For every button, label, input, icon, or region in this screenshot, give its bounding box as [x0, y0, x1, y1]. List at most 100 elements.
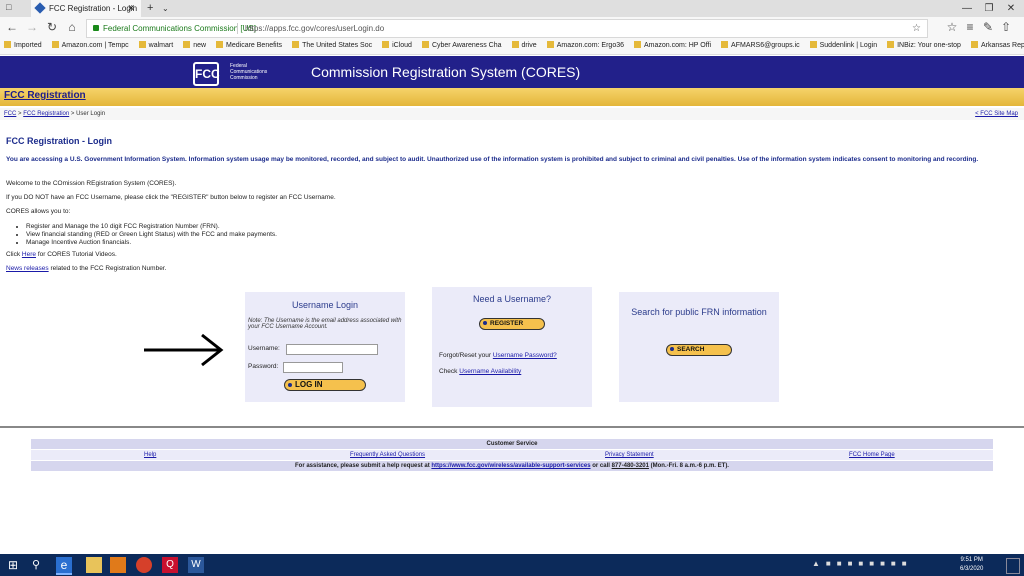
maximize-button[interactable]: ❐: [978, 0, 1000, 17]
tab-list-chevron-icon[interactable]: ⌄: [162, 0, 169, 17]
close-window-button[interactable]: ✕: [1000, 0, 1022, 17]
no-username-text: If you DO NOT have an FCC Username, plea…: [6, 194, 336, 201]
assist-prefix: For assistance, please submit a help req…: [295, 463, 430, 469]
breadcrumb-registration-link[interactable]: FCC Registration: [23, 111, 69, 117]
search-button[interactable]: SEARCH: [666, 344, 732, 356]
bookmark-icon: [546, 41, 554, 48]
bookmark-item[interactable]: Arkansas Repeater Co: [970, 38, 1024, 54]
start-windows-icon[interactable]: ⊞: [8, 557, 24, 573]
username-password-link[interactable]: Username Password?: [493, 352, 557, 359]
taskbar-clock[interactable]: 9:51 PM 6/3/2020: [960, 556, 983, 574]
quicken-icon[interactable]: Q: [162, 557, 178, 573]
word-icon[interactable]: W: [188, 557, 204, 573]
breadcrumb-separator: >: [70, 111, 75, 117]
site-identity: Federal Communications Commission [US]: [103, 24, 256, 33]
bookmark-item[interactable]: Suddenlink | Login: [809, 38, 877, 54]
bookmark-label: drive: [521, 42, 537, 49]
search-icon[interactable]: ⚲: [32, 557, 48, 573]
cores-features-list: Register and Manage the 10 digit FCC Reg…: [26, 223, 277, 247]
register-box: Need a Username? REGISTER Forgot/Reset y…: [432, 287, 592, 407]
breadcrumb-fcc-link[interactable]: FCC: [4, 111, 16, 117]
bookmark-icon: [887, 41, 895, 48]
search-box-title: Search for public FRN information: [631, 307, 767, 317]
bookmark-icon: [51, 41, 59, 48]
share-icon[interactable]: ⇧: [996, 17, 1016, 38]
clock-date: 6/3/2020: [960, 566, 984, 572]
phone-number: 877-480-3201: [611, 463, 649, 469]
button-bullet-icon: [288, 383, 292, 387]
pen-icon[interactable]: ✎: [978, 17, 998, 38]
minimize-button[interactable]: —: [956, 0, 978, 17]
chrome-icon[interactable]: [136, 557, 152, 573]
news-releases-link[interactable]: News releases: [6, 265, 49, 272]
file-explorer-icon[interactable]: [86, 557, 102, 573]
list-item: Register and Manage the 10 digit FCC Reg…: [26, 223, 277, 231]
bookmark-item[interactable]: walmart: [138, 38, 173, 54]
system-tray-icons[interactable]: ▲■■■■■■■■: [812, 559, 952, 571]
footer-help-link[interactable]: Help: [144, 450, 156, 460]
bookmark-item[interactable]: AFMARS6@groups.ic: [721, 38, 800, 54]
footer-fcc-home-link[interactable]: FCC Home Page: [849, 450, 895, 460]
tutorial-here-link[interactable]: Here: [22, 251, 36, 258]
bookmark-item[interactable]: Amazon.com: HP Offi: [634, 38, 711, 54]
bookmark-item[interactable]: new: [183, 38, 206, 54]
support-services-link[interactable]: https://www.fcc.gov/wireless/available-s…: [431, 463, 590, 469]
fcc-registration-link[interactable]: FCC Registration: [4, 90, 86, 101]
bookmark-item[interactable]: The United States Soc: [292, 38, 372, 54]
close-tab-icon[interactable]: ✕: [127, 0, 135, 17]
edge-browser-icon[interactable]: e: [56, 557, 72, 575]
password-input[interactable]: [283, 362, 343, 373]
bookmark-item[interactable]: Amazon.com: Ergo36: [546, 38, 624, 54]
login-button[interactable]: LOG IN: [284, 379, 366, 391]
username-input[interactable]: [286, 344, 378, 355]
site-map-link[interactable]: < FCC Site Map: [975, 108, 1018, 120]
bookmark-item[interactable]: Cyber Awareness Cha: [421, 38, 502, 54]
refresh-icon[interactable]: ↻: [42, 17, 62, 38]
username-label: Username:: [248, 345, 280, 352]
username-availability-link[interactable]: Username Availability: [459, 368, 521, 375]
favorite-star-icon[interactable]: ☆: [912, 20, 921, 37]
url-input[interactable]: Federal Communications Commission [US] h…: [86, 19, 928, 38]
browser-tab[interactable]: FCC Registration - Login ✕: [31, 0, 141, 17]
footer-assist-row: For assistance, please submit a help req…: [31, 461, 993, 471]
footer-faq-link[interactable]: Frequently Asked Questions: [350, 450, 425, 460]
bookmark-item[interactable]: drive: [511, 38, 537, 54]
tutorial-suffix: for CORES Tutorial Videos.: [37, 251, 117, 258]
login-button-label: LOG IN: [295, 380, 323, 389]
breadcrumb-separator: >: [18, 111, 22, 117]
lock-icon: [93, 25, 99, 31]
home-icon[interactable]: ⌂: [62, 17, 82, 38]
fcc-logo[interactable]: FCC: [193, 62, 220, 86]
tab-actions-icon[interactable]: □: [6, 2, 18, 14]
bookmark-label: INBiz: Your one-stop: [897, 42, 961, 49]
tab-title: FCC Registration - Login: [49, 4, 138, 13]
footer-privacy-link[interactable]: Privacy Statement: [605, 450, 654, 460]
back-arrow-icon[interactable]: ←: [2, 17, 22, 38]
bookmark-icon: [970, 41, 978, 48]
notifications-icon[interactable]: [1006, 558, 1020, 574]
bookmark-item[interactable]: INBiz: Your one-stop: [887, 38, 961, 54]
registration-band: [0, 88, 1024, 106]
forward-arrow-icon[interactable]: →: [22, 17, 42, 38]
register-button[interactable]: REGISTER: [479, 318, 545, 330]
bookmark-item[interactable]: Imported: [4, 38, 42, 54]
bookmark-icon: [216, 41, 224, 48]
outlook-icon[interactable]: [110, 557, 126, 573]
news-suffix: related to the FCC Registration Number.: [50, 265, 167, 272]
breadcrumb-current: User Login: [76, 111, 106, 117]
bookmarks-bar: Imported Amazon.com | Tempc walmart new Medi…: [0, 38, 1024, 55]
favorites-icon[interactable]: ☆: [942, 17, 962, 38]
bookmark-item[interactable]: Medicare Benefits: [216, 38, 282, 54]
bookmark-label: Cyber Awareness Cha: [431, 42, 502, 49]
frn-search-box: Search for public FRN information SEARCH: [619, 292, 779, 402]
assist-mid: or call: [592, 463, 610, 469]
login-box-title: Username Login: [291, 300, 359, 310]
list-item: View financial standing (RED or Green Li…: [26, 231, 277, 239]
bookmark-item[interactable]: Amazon.com | Tempc: [51, 38, 129, 54]
footer-divider: [0, 426, 1024, 428]
reading-list-icon[interactable]: ≡: [960, 17, 980, 38]
bookmark-item[interactable]: iCloud: [382, 38, 412, 54]
new-tab-button[interactable]: +: [147, 0, 153, 17]
system-title: Commission Registration System (CORES): [311, 64, 581, 80]
bookmark-icon: [634, 41, 641, 48]
